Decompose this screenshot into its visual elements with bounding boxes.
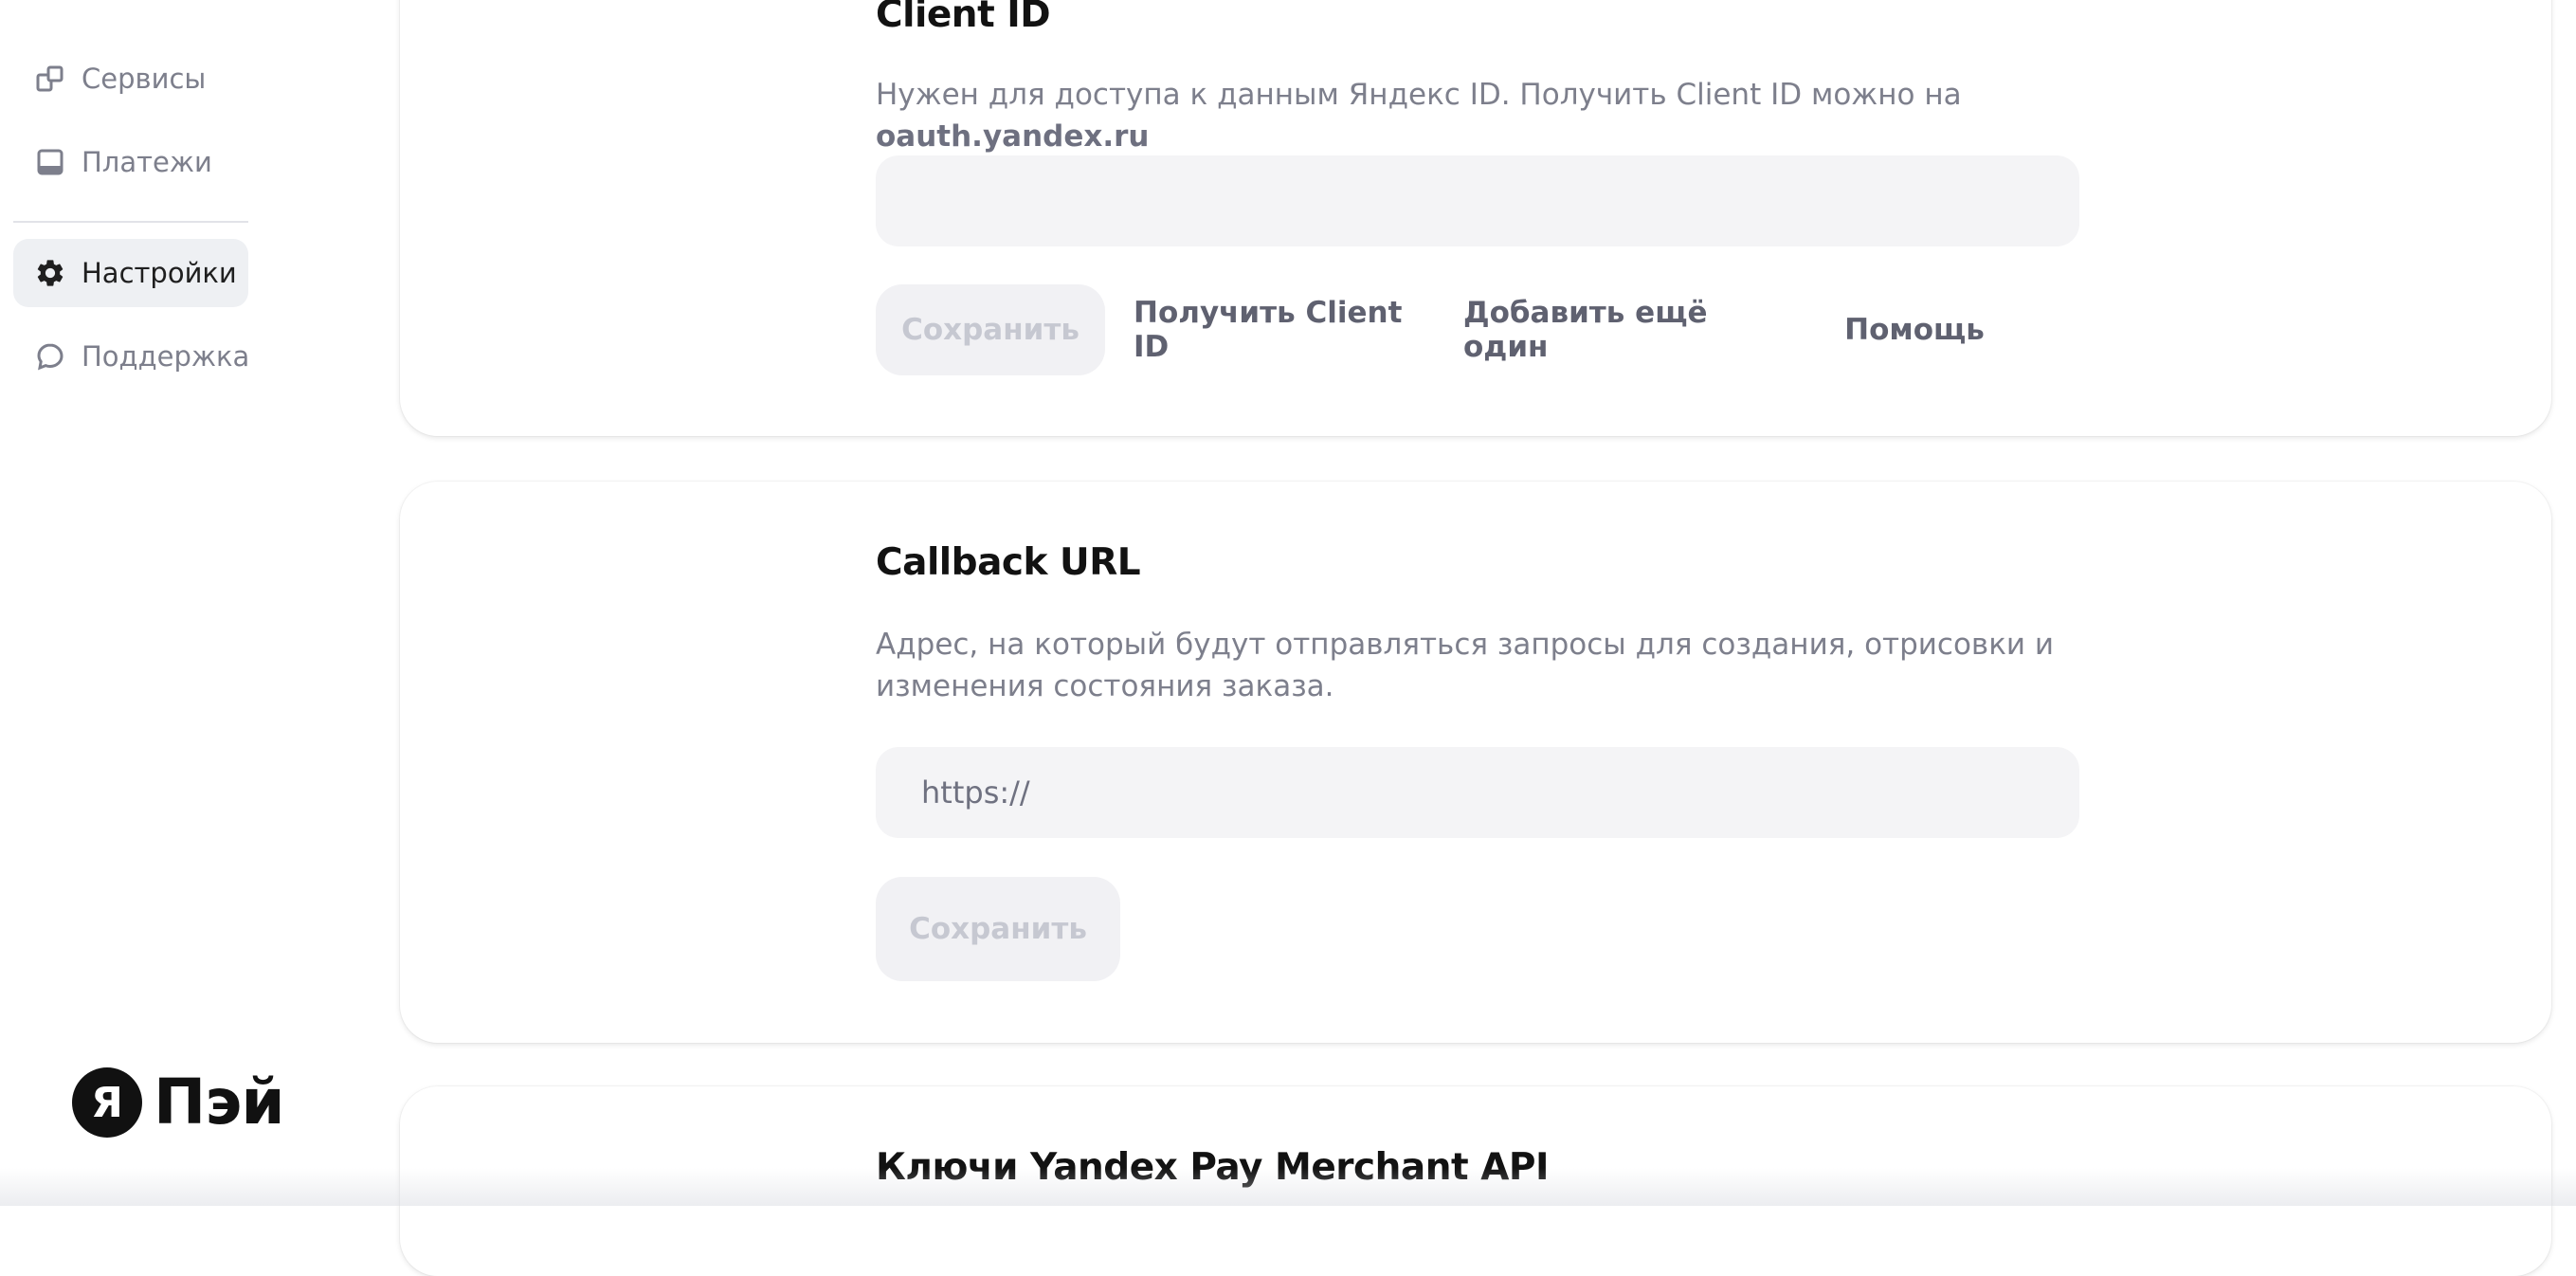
payments-icon — [34, 146, 66, 178]
gear-icon — [34, 257, 66, 289]
client-id-card: Client ID Нужен для доступа к данным Янд… — [400, 0, 2551, 436]
get-client-id-button[interactable]: Получить Client ID — [1134, 284, 1429, 375]
sidebar-item-label: Сервисы — [82, 63, 207, 95]
sidebar-item-support[interactable]: Поддержка — [13, 322, 250, 391]
brand-logo[interactable]: Я Пэй — [72, 1066, 285, 1139]
add-another-button[interactable]: Добавить ещё один — [1463, 284, 1791, 375]
card-description: Адрес, на который будут отправляться зап… — [876, 624, 2079, 707]
callback-url-card: Callback URL Адрес, на который будут отп… — [400, 482, 2551, 1043]
sidebar-item-settings[interactable]: Настройки — [13, 239, 248, 307]
chat-bubble-icon — [34, 340, 66, 373]
merchant-api-keys-card: Ключи Yandex Pay Merchant API — [400, 1086, 2551, 1276]
sidebar-item-label: Поддержка — [82, 340, 250, 373]
description-line: изменения состояния заказа. — [876, 669, 1334, 703]
description-text: Нужен для доступа к данным Яндекс ID. По… — [876, 78, 1962, 112]
sidebar-item-services[interactable]: Сервисы — [13, 45, 248, 113]
card-title: Ключи Yandex Pay Merchant API — [876, 1146, 1550, 1189]
sidebar: Сервисы Платежи Настройки Поддержка Я Пэ — [0, 0, 285, 1206]
sidebar-item-label: Платежи — [82, 146, 212, 178]
client-id-input[interactable] — [876, 155, 2079, 246]
card-title: Client ID — [876, 0, 1051, 36]
save-button[interactable]: Сохранить — [876, 284, 1105, 375]
sidebar-item-label: Настройки — [82, 257, 237, 289]
oauth-link[interactable]: oauth.yandex.ru — [876, 119, 1150, 154]
services-icon — [34, 63, 66, 95]
card-description: Нужен для доступа к данным Яндекс ID. По… — [876, 74, 2079, 157]
save-button[interactable]: Сохранить — [876, 877, 1120, 981]
help-button[interactable]: Помощь — [1829, 284, 2000, 375]
yandex-logo-icon: Я — [72, 1067, 142, 1138]
brand-name: Пэй — [154, 1066, 285, 1139]
sidebar-item-payments[interactable]: Платежи — [13, 128, 248, 196]
callback-url-input[interactable]: https:// — [876, 747, 2079, 838]
description-line: Адрес, на который будут отправляться зап… — [876, 628, 2055, 662]
card-title: Callback URL — [876, 541, 1141, 584]
sidebar-divider — [13, 221, 248, 223]
